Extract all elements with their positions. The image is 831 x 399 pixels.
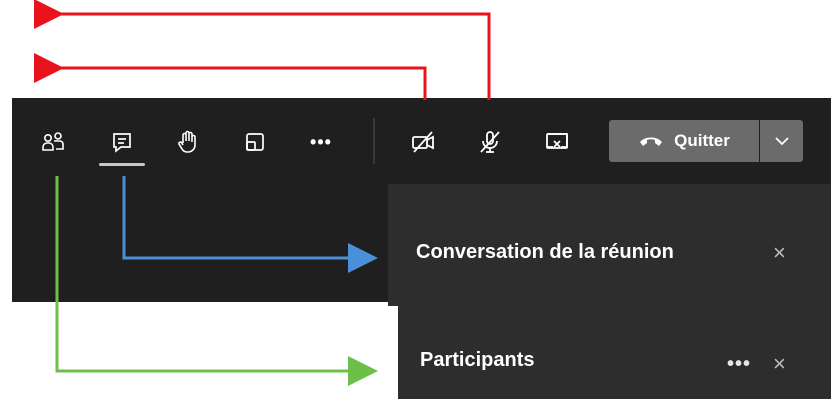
- toolbar-divider: [373, 118, 375, 164]
- chat-button[interactable]: [104, 124, 140, 160]
- camera-off-icon: [412, 131, 434, 153]
- raise-hand-button[interactable]: [170, 124, 206, 160]
- chat-selected-indicator: [99, 163, 145, 166]
- participants-more-button[interactable]: •••: [727, 353, 751, 376]
- red-arrow-top: [34, 0, 491, 100]
- participants-icon: [42, 132, 64, 151]
- camera-button[interactable]: [405, 124, 441, 160]
- chevron-down-icon: [774, 137, 789, 146]
- leave-button[interactable]: Quitter: [609, 120, 759, 162]
- more-actions-button[interactable]: •••: [303, 124, 339, 160]
- raise-hand-icon: [178, 130, 196, 153]
- rooms-icon: [246, 133, 264, 151]
- participants-panel-title: Participants: [420, 349, 535, 371]
- stop-share-icon: [546, 133, 568, 149]
- microphone-button[interactable]: [472, 124, 508, 160]
- more-actions-icon: •••: [310, 131, 332, 152]
- meeting-stage: [12, 184, 390, 302]
- leave-label: Quitter: [674, 131, 730, 150]
- participants-button[interactable]: [35, 124, 71, 160]
- chat-panel-title: Conversation de la réunion: [416, 241, 674, 263]
- leave-dropdown-button[interactable]: [760, 120, 803, 162]
- red-arrow-second: [34, 53, 427, 100]
- share-button[interactable]: [539, 124, 575, 160]
- chat-close-button[interactable]: ×: [773, 242, 786, 264]
- mic-muted-icon: [480, 131, 500, 153]
- rooms-button[interactable]: [237, 124, 273, 160]
- hang-up-icon: [640, 137, 663, 146]
- participants-close-button[interactable]: ×: [773, 353, 786, 375]
- chat-icon: [113, 133, 131, 153]
